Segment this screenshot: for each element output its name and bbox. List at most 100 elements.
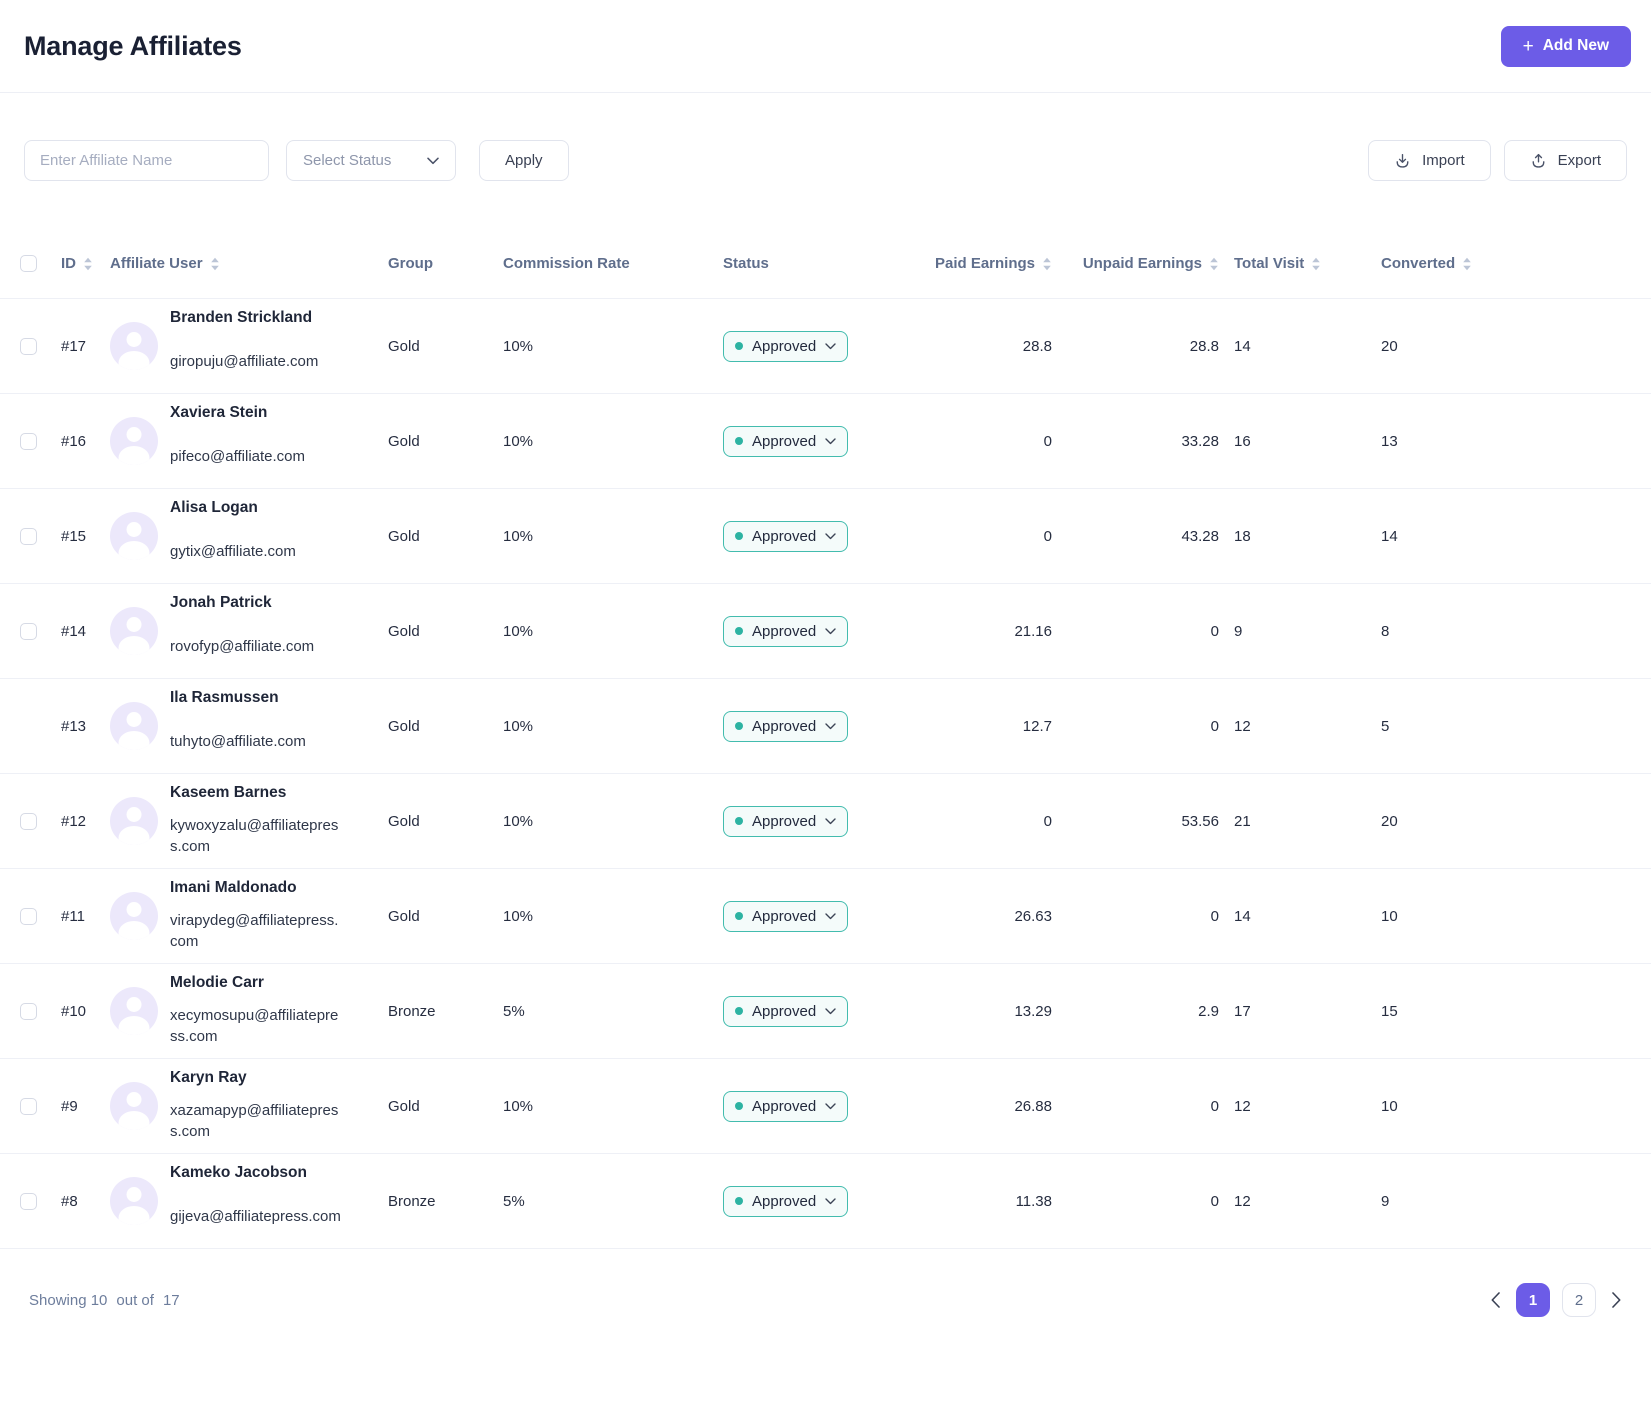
affiliate-id: #10 bbox=[61, 1002, 87, 1020]
commission-rate-value: 10% bbox=[503, 812, 534, 830]
commission-rate-value: 5% bbox=[503, 1002, 525, 1020]
total-visit-value: 14 bbox=[1234, 337, 1251, 355]
commission-rate-value: 10% bbox=[503, 527, 534, 545]
paid-earnings-value: 13.29 bbox=[1014, 1002, 1052, 1020]
status-dropdown[interactable]: Approved bbox=[723, 900, 849, 932]
commission-rate-value: 5% bbox=[503, 1192, 525, 1210]
status-label: Approved bbox=[752, 717, 817, 735]
column-label: Commission Rate bbox=[503, 255, 630, 272]
status-dropdown[interactable]: Approved bbox=[723, 710, 849, 742]
avatar bbox=[110, 607, 158, 655]
converted-value: 20 bbox=[1381, 812, 1398, 830]
pagination-prev-button[interactable] bbox=[1487, 1288, 1504, 1312]
sort-arrows-icon bbox=[83, 257, 93, 271]
table-row: #9 Karyn Ray xazamapyp@affiliatepress.co… bbox=[0, 1059, 1651, 1154]
column-label: Converted bbox=[1381, 255, 1456, 272]
column-header-id[interactable]: ID bbox=[56, 255, 106, 272]
paid-earnings-value: 21.16 bbox=[1014, 622, 1052, 640]
row-checkbox[interactable] bbox=[20, 907, 37, 925]
row-checkbox[interactable] bbox=[20, 1097, 37, 1115]
column-header-paid[interactable]: Paid Earnings bbox=[905, 255, 1058, 272]
affiliate-email: xazamapyp@affiliatepress.com bbox=[170, 1102, 339, 1140]
affiliate-name: Branden Strickland bbox=[170, 309, 313, 326]
column-label: Total Visit bbox=[1234, 255, 1305, 272]
row-checkbox[interactable] bbox=[20, 1002, 37, 1020]
column-header-user[interactable]: Affiliate User bbox=[106, 255, 388, 272]
status-dropdown[interactable]: Approved bbox=[723, 995, 849, 1027]
apply-button[interactable]: Apply bbox=[479, 140, 569, 181]
affiliate-name: Jonah Patrick bbox=[170, 594, 272, 611]
group-value: Bronze bbox=[388, 1192, 436, 1210]
row-checkbox[interactable] bbox=[20, 1192, 37, 1210]
status-dropdown[interactable]: Approved bbox=[723, 330, 849, 362]
export-label: Export bbox=[1557, 152, 1601, 169]
affiliate-name: Imani Maldonado bbox=[170, 879, 297, 896]
group-value: Gold bbox=[388, 337, 420, 355]
import-button[interactable]: Import bbox=[1368, 140, 1491, 181]
unpaid-earnings-value: 0 bbox=[1210, 1097, 1219, 1115]
status-dropdown[interactable]: Approved bbox=[723, 425, 849, 457]
status-dot-icon bbox=[735, 627, 743, 635]
commission-rate-value: 10% bbox=[503, 622, 534, 640]
status-dropdown[interactable]: Approved bbox=[723, 615, 849, 647]
avatar bbox=[110, 512, 158, 560]
table-row: #13 Ila Rasmussen tuhyto@affiliate.com G… bbox=[0, 679, 1651, 774]
chevron-left-icon bbox=[1491, 1292, 1500, 1308]
chevron-down-icon bbox=[825, 1102, 836, 1109]
group-value: Bronze bbox=[388, 1002, 436, 1020]
row-checkbox[interactable] bbox=[20, 622, 37, 640]
row-checkbox[interactable] bbox=[20, 337, 37, 355]
row-checkbox[interactable] bbox=[20, 432, 37, 450]
add-new-button[interactable]: + Add New bbox=[1500, 25, 1631, 67]
pagination-page-2-button[interactable]: 2 bbox=[1562, 1283, 1596, 1317]
unpaid-earnings-value: 33.28 bbox=[1181, 432, 1219, 450]
column-label: Unpaid Earnings bbox=[1082, 255, 1202, 272]
select-all-checkbox[interactable] bbox=[20, 255, 37, 272]
affiliate-email: virapydeg@affiliatepress.com bbox=[170, 912, 339, 950]
avatar bbox=[110, 702, 158, 750]
status-dropdown[interactable]: Approved bbox=[723, 1185, 849, 1217]
total-visit-value: 14 bbox=[1234, 907, 1251, 925]
status-label: Approved bbox=[752, 337, 817, 355]
pagination-page-1-button[interactable]: 1 bbox=[1516, 1283, 1550, 1317]
unpaid-earnings-value: 43.28 bbox=[1181, 527, 1219, 545]
row-checkbox[interactable] bbox=[20, 812, 37, 830]
column-header-converted[interactable]: Converted bbox=[1330, 255, 1651, 272]
pagination-next-button[interactable] bbox=[1608, 1288, 1625, 1312]
status-dropdown[interactable]: Approved bbox=[723, 520, 849, 552]
converted-value: 10 bbox=[1381, 907, 1398, 925]
chevron-down-icon bbox=[825, 1007, 836, 1014]
commission-rate-value: 10% bbox=[503, 1097, 534, 1115]
affiliate-id: #11 bbox=[61, 907, 85, 925]
converted-value: 10 bbox=[1381, 1097, 1398, 1115]
column-header-unpaid[interactable]: Unpaid Earnings bbox=[1058, 255, 1225, 272]
row-checkbox[interactable] bbox=[20, 527, 37, 545]
total-visit-value: 12 bbox=[1234, 1097, 1251, 1115]
affiliate-email: kywoxyzalu@affiliatepress.com bbox=[170, 817, 339, 855]
status-dot-icon bbox=[735, 1197, 743, 1205]
avatar bbox=[110, 417, 158, 465]
status-dot-icon bbox=[735, 532, 743, 540]
status-dropdown[interactable]: Approved bbox=[723, 1090, 849, 1122]
affiliate-id: #14 bbox=[61, 622, 87, 640]
status-select[interactable]: Select Status bbox=[286, 140, 456, 181]
status-dot-icon bbox=[735, 1102, 743, 1110]
chevron-right-icon bbox=[1612, 1292, 1621, 1308]
download-icon bbox=[1396, 153, 1409, 168]
status-dropdown[interactable]: Approved bbox=[723, 805, 849, 837]
avatar bbox=[110, 797, 158, 845]
export-button[interactable]: Export bbox=[1503, 140, 1627, 181]
status-label: Approved bbox=[752, 812, 817, 830]
chevron-down-icon bbox=[825, 437, 836, 444]
column-header-visit[interactable]: Total Visit bbox=[1225, 255, 1330, 272]
chevron-down-icon bbox=[825, 1197, 836, 1204]
affiliate-name-input[interactable] bbox=[24, 140, 269, 181]
commission-rate-value: 10% bbox=[503, 337, 534, 355]
affiliate-name: Melodie Carr bbox=[170, 974, 264, 991]
sort-arrows-icon bbox=[1209, 257, 1219, 271]
status-dot-icon bbox=[735, 1007, 743, 1015]
chevron-down-icon bbox=[825, 342, 836, 349]
affiliate-id: #8 bbox=[61, 1192, 78, 1210]
table-row: #15 Alisa Logan gytix@affiliate.com Gold… bbox=[0, 489, 1651, 584]
unpaid-earnings-value: 28.8 bbox=[1189, 337, 1219, 355]
